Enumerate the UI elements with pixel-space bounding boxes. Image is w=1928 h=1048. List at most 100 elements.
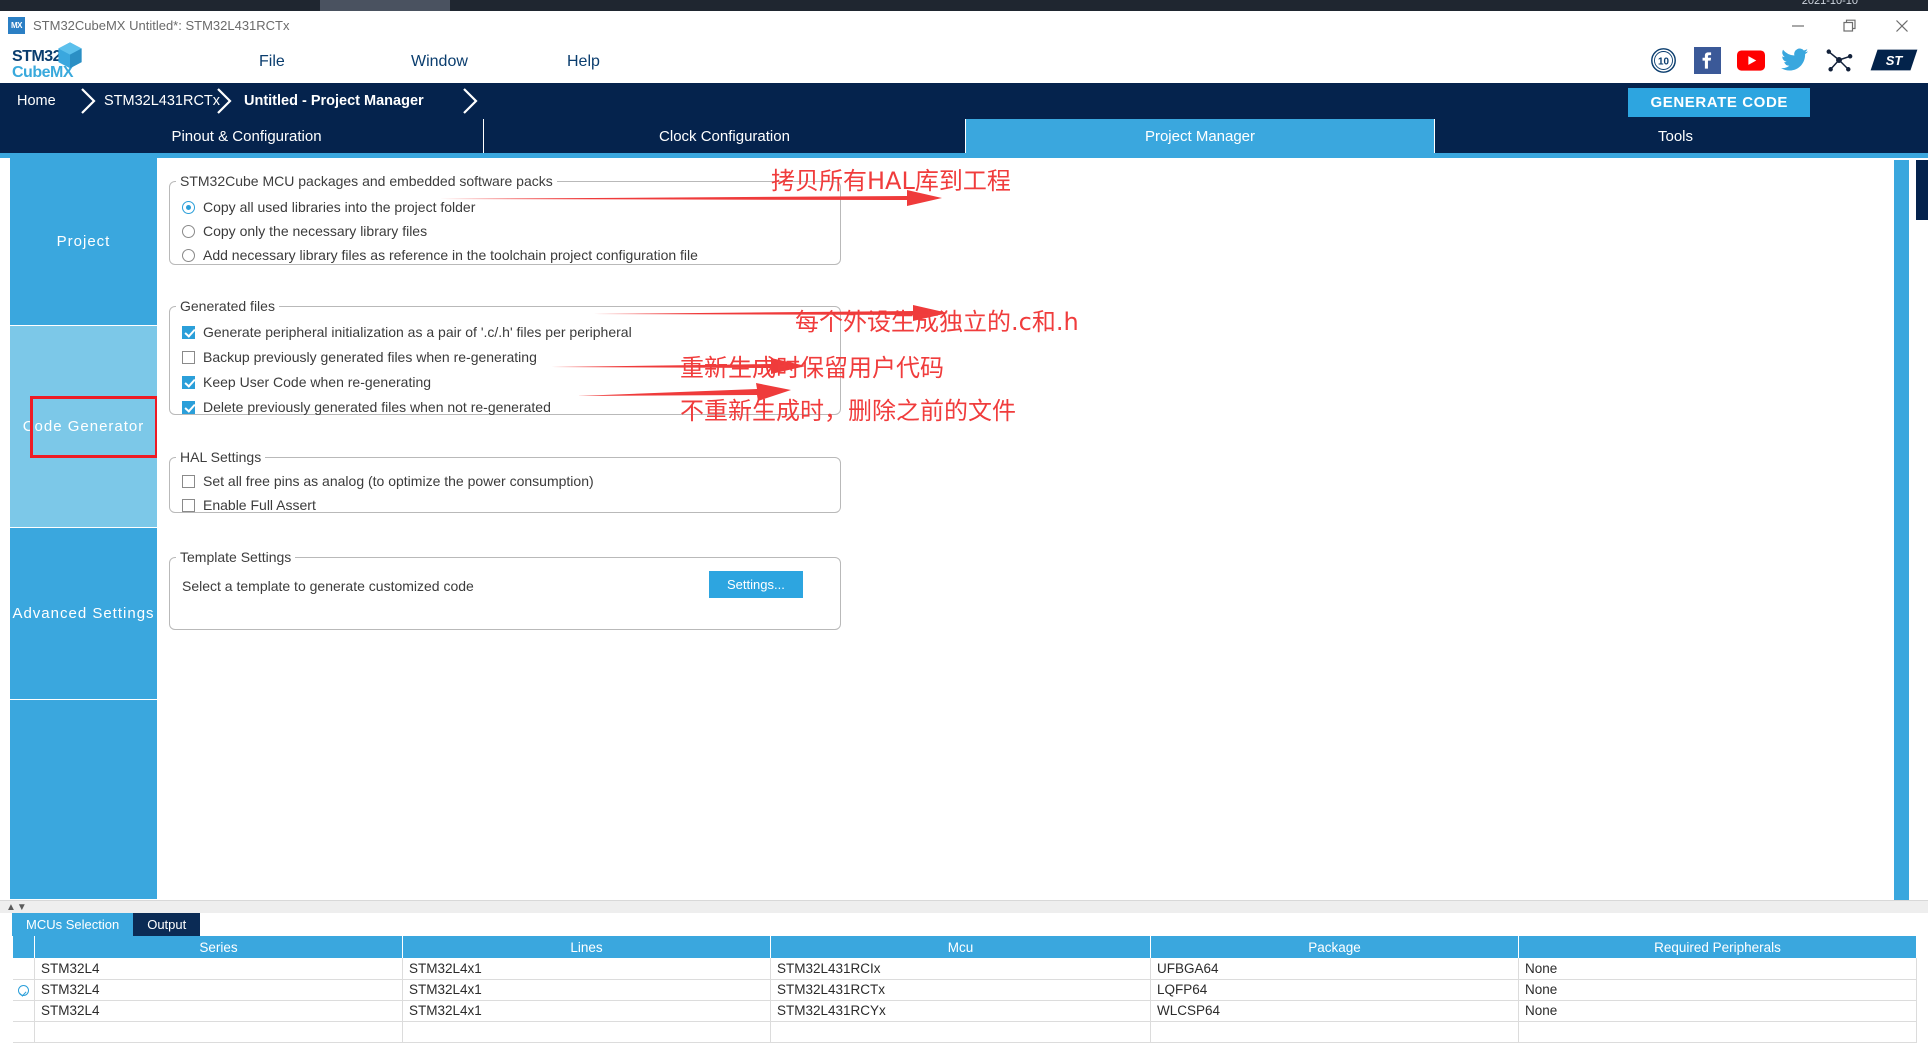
cell-required-peripherals: None: [1518, 958, 1917, 980]
col-lines[interactable]: Lines: [402, 936, 771, 958]
youtube-icon[interactable]: [1736, 45, 1766, 75]
checkbox-generate-peripheral-init-pair[interactable]: [182, 325, 195, 339]
svg-text:10: 10: [1658, 56, 1669, 67]
option-copy-necessary-library-files[interactable]: Copy only the necessary library files: [182, 223, 427, 239]
cell-series: STM32L4: [34, 958, 403, 980]
chevron-right-icon: [81, 88, 96, 114]
anniversary-badge-icon[interactable]: 10: [1648, 45, 1678, 75]
st-logo-icon[interactable]: ST: [1868, 45, 1920, 75]
option-generate-peripheral-init-pair[interactable]: Generate peripheral initialization as a …: [182, 324, 632, 340]
option-set-free-pins-analog[interactable]: Set all free pins as analog (to optimize…: [182, 473, 594, 489]
rail-item-empty[interactable]: [10, 700, 157, 900]
main-tabs: Pinout & Configuration Clock Configurati…: [0, 119, 1928, 153]
chevron-right-icon-3: [463, 88, 478, 114]
checkbox-keep-user-code[interactable]: [182, 375, 195, 389]
annotation-copy-hal: 拷贝所有HAL库到工程: [771, 167, 1011, 195]
tab-clock-configuration[interactable]: Clock Configuration: [484, 119, 966, 153]
menu-items: File Window Help: [0, 40, 1928, 83]
option-copy-all-libraries[interactable]: Copy all used libraries into the project…: [182, 199, 475, 215]
option-enable-full-assert[interactable]: Enable Full Assert: [182, 497, 316, 513]
col-package[interactable]: Package: [1150, 936, 1519, 958]
breadcrumb: Home STM32L431RCTx Untitled - Project Ma…: [0, 83, 1928, 119]
option-generate-peripheral-init-pair-label: Generate peripheral initialization as a …: [203, 324, 632, 340]
window-controls: [1772, 11, 1928, 40]
svg-text:ST: ST: [1886, 53, 1904, 68]
option-delete-previously-generated[interactable]: Delete previously generated files when n…: [182, 399, 551, 415]
template-settings-group: Template Settings Select a template to g…: [169, 549, 841, 630]
selected-check-icon: [17, 984, 29, 996]
checkbox-backup-previously-generated[interactable]: [182, 350, 195, 364]
dock-tab-output[interactable]: Output: [133, 913, 201, 936]
social-links: 10 ST: [1648, 38, 1920, 82]
col-series[interactable]: Series: [34, 936, 403, 958]
option-add-library-reference[interactable]: Add necessary library files as reference…: [182, 247, 698, 263]
row-select-cell-selected[interactable]: [12, 979, 35, 1001]
dock-tab-mcus-selection[interactable]: MCUs Selection: [12, 913, 134, 936]
tab-project-manager[interactable]: Project Manager: [966, 119, 1435, 153]
row-select-cell[interactable]: [12, 1000, 35, 1022]
tab-tools[interactable]: Tools: [1435, 119, 1916, 153]
dock-tabs: MCUs Selection Output: [12, 913, 201, 936]
table-header-row: Series Lines Mcu Package Required Periph…: [12, 936, 1917, 958]
stm32cubemx-window: 2021-10-10 MX STM32CubeMX Untitled*: STM…: [0, 0, 1928, 1048]
breadcrumb-mcu[interactable]: STM32L431RCTx: [104, 83, 220, 119]
option-backup-previously-generated[interactable]: Backup previously generated files when r…: [182, 349, 537, 365]
table-row[interactable]: STM32L4 STM32L4x1 STM32L431RCYx WLCSP64 …: [12, 1000, 1917, 1022]
rail-item-advanced-settings[interactable]: Advanced Settings: [10, 528, 157, 700]
minimize-icon[interactable]: [1772, 11, 1824, 40]
twitter-icon[interactable]: [1780, 45, 1810, 75]
window-titlebar: MX STM32CubeMX Untitled*: STM32L431RCTx: [0, 11, 1928, 40]
menu-window[interactable]: Window: [401, 51, 478, 73]
taskbar-item[interactable]: [320, 0, 450, 11]
restore-icon[interactable]: [1824, 11, 1876, 40]
checkbox-delete-previously-generated[interactable]: [182, 400, 195, 414]
tab-pinout-configuration[interactable]: Pinout & Configuration: [10, 119, 484, 153]
cell-series: STM32L4: [34, 979, 403, 1001]
radio-add-library-reference[interactable]: [182, 248, 195, 262]
breadcrumb-current[interactable]: Untitled - Project Manager: [244, 83, 424, 119]
app-icon: MX: [8, 17, 25, 34]
checkbox-set-free-pins-analog[interactable]: [182, 474, 195, 488]
table-row[interactable]: STM32L4 STM32L4x1 STM32L431RCIx UFBGA64 …: [12, 958, 1917, 980]
table-row-empty: [12, 1021, 1917, 1043]
bottom-dock: MCUs Selection Output Series Lines Mcu P…: [0, 913, 1928, 1048]
annotation-delete-files: 不重新生成时，删除之前的文件: [680, 397, 1016, 425]
radio-copy-necessary-library-files[interactable]: [182, 224, 195, 238]
breadcrumb-home[interactable]: Home: [17, 83, 56, 119]
right-edge-accent: [1916, 160, 1928, 220]
radio-copy-all-libraries[interactable]: [182, 200, 195, 214]
rail-item-project[interactable]: Project: [10, 158, 157, 326]
menu-help[interactable]: Help: [557, 51, 610, 73]
template-settings-button[interactable]: Settings...: [709, 571, 803, 598]
checkbox-enable-full-assert[interactable]: [182, 498, 195, 512]
facebook-icon[interactable]: [1692, 45, 1722, 75]
dock-splitter[interactable]: ▲▼: [0, 900, 1928, 913]
empty-cell: [34, 1021, 403, 1043]
cell-required-peripherals: None: [1518, 979, 1917, 1001]
empty-cell: [402, 1021, 771, 1043]
empty-cell: [1150, 1021, 1519, 1043]
col-mcu[interactable]: Mcu: [770, 936, 1151, 958]
generate-code-button[interactable]: GENERATE CODE: [1628, 88, 1810, 117]
empty-cell: [1518, 1021, 1917, 1043]
empty-cell: [770, 1021, 1151, 1043]
cell-lines: STM32L4x1: [402, 958, 771, 980]
col-select[interactable]: [12, 936, 35, 958]
col-required-peripherals[interactable]: Required Peripherals: [1518, 936, 1917, 958]
close-icon[interactable]: [1876, 11, 1928, 40]
option-keep-user-code-label: Keep User Code when re-generating: [203, 374, 432, 390]
annotation-peripheral-files: 每个外设生成独立的.c和.h: [795, 308, 1079, 336]
menu-file[interactable]: File: [249, 51, 295, 73]
community-network-icon[interactable]: [1824, 45, 1854, 75]
taskbar-clock: 2021-10-10: [1801, 0, 1858, 7]
option-keep-user-code[interactable]: Keep User Code when re-generating: [182, 374, 431, 390]
option-add-library-reference-label: Add necessary library files as reference…: [203, 247, 698, 263]
code-generator-panel: STM32Cube MCU packages and embedded soft…: [157, 158, 1909, 900]
row-select-cell[interactable]: [12, 958, 35, 980]
option-set-free-pins-analog-label: Set all free pins as analog (to optimize…: [203, 473, 594, 489]
table-row[interactable]: STM32L4 STM32L4x1 STM32L431RCTx LQFP64 N…: [12, 979, 1917, 1001]
hal-settings-group: HAL Settings Set all free pins as analog…: [169, 449, 841, 513]
hal-settings-group-legend: HAL Settings: [180, 449, 262, 465]
content-scrollbar-thumb[interactable]: [1894, 160, 1909, 900]
splitter-arrows-icon[interactable]: ▲▼: [6, 902, 28, 913]
